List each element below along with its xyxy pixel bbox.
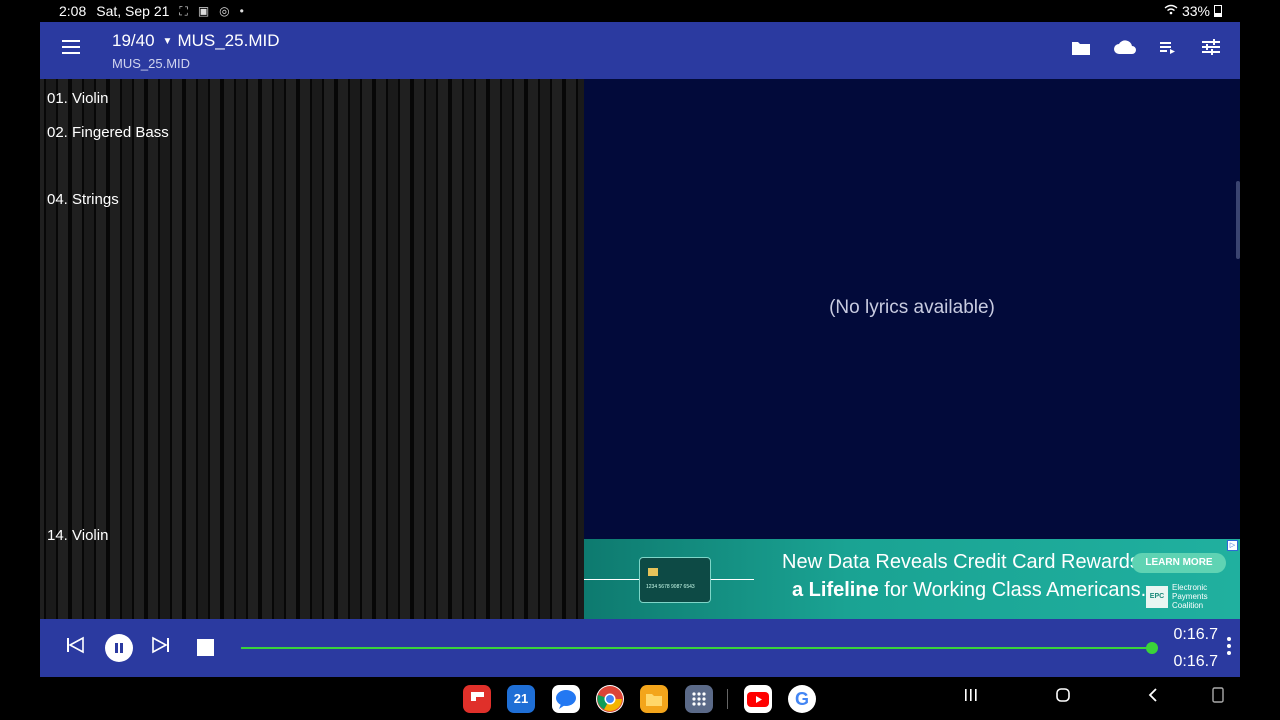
youtube-icon[interactable] [744, 685, 772, 713]
home-icon[interactable] [1055, 687, 1071, 708]
track-label: 02. Fingered Bass [47, 124, 169, 141]
wifi-icon [1164, 4, 1178, 18]
pulse-line-right [709, 579, 754, 580]
card-chip-icon [648, 568, 658, 576]
back-icon[interactable] [1146, 687, 1160, 708]
recent-apps-icon[interactable] [963, 687, 979, 708]
calendar-day: 21 [513, 691, 529, 706]
status-date: Sat, Sep 21 [96, 3, 170, 19]
pause-bar [115, 643, 118, 653]
flipboard-icon[interactable] [463, 685, 491, 713]
navigation-bar: 21 G [0, 677, 1280, 720]
equalizer-settings-icon[interactable] [1201, 38, 1225, 62]
stop-icon[interactable] [197, 639, 214, 661]
battery-percent: 33% [1181, 3, 1210, 19]
track-label: 14. Violin [47, 527, 109, 544]
next-icon[interactable] [152, 636, 170, 659]
song-subtitle: MUS_25.MID [112, 56, 191, 71]
files-icon[interactable] [640, 685, 668, 713]
player-bar: 0:16.7 0:16.7 [40, 619, 1240, 677]
song-filename: MUS_25.MID [177, 31, 280, 50]
google-glyph: G [794, 689, 809, 709]
ad-headline-rest: for Working Class Americans. [878, 579, 1147, 601]
track-label: 01. Violin [47, 90, 109, 107]
scan-icon: ▣ [197, 4, 210, 18]
track-label: 04. Strings [47, 191, 119, 208]
ad-headline-line2: a Lifeline for Working Class Americans. [792, 579, 1146, 602]
battery-icon [1214, 5, 1222, 17]
ad-brand: Electronic Payments Coalition [1172, 583, 1208, 610]
menu-icon[interactable] [62, 40, 80, 54]
song-position: 19/40 [112, 31, 155, 50]
google-icon[interactable]: G [788, 685, 816, 713]
ad-banner[interactable]: 1234 5678 9087 6543 New Data Reveals Cre… [584, 539, 1240, 619]
ad-headline-bold: a Lifeline [792, 579, 879, 601]
elapsed-time: 0:16.7 [1173, 626, 1218, 643]
messages-icon[interactable] [552, 685, 580, 713]
screenshot-icon: ⛶ [179, 3, 188, 18]
folder-icon[interactable] [1071, 38, 1095, 62]
dropdown-caret-icon: ▼ [162, 35, 173, 47]
calendar-icon[interactable]: 21 [507, 685, 535, 713]
pulse-line-left [584, 579, 639, 580]
seek-thumb[interactable] [1146, 642, 1158, 654]
app-drawer-icon[interactable] [685, 685, 713, 713]
status-time: 2:08 [59, 3, 87, 19]
cloud-icon[interactable] [1113, 38, 1137, 62]
card-number: 1234 5678 9087 6543 [646, 584, 695, 590]
lyrics-pane: (No lyrics available) [584, 79, 1240, 539]
pause-bar [120, 643, 123, 653]
previous-icon[interactable] [66, 636, 84, 659]
seek-bar[interactable] [241, 642, 1158, 654]
dock-divider [727, 689, 728, 709]
track-pane[interactable]: 01. Violin 02. Fingered Bass 04. Strings… [40, 79, 584, 619]
epc-logo: EPC [1146, 586, 1168, 608]
song-selector[interactable]: 19/40 ▼ MUS_25.MID [112, 31, 279, 51]
ad-choices-icon[interactable]: ▷ [1227, 540, 1238, 551]
status-bar: 2:08 Sat, Sep 21 ⛶ ▣ ◎ • 33% [0, 0, 1280, 22]
dot-icon: • [239, 4, 244, 18]
more-options-icon[interactable] [1227, 637, 1232, 658]
learn-more-button[interactable]: LEARN MORE [1132, 553, 1226, 573]
app-bar: 19/40 ▼ MUS_25.MID MUS_25.MID [40, 22, 1240, 79]
instagram-icon: ◎ [219, 4, 230, 18]
total-time: 0:16.7 [1173, 653, 1218, 670]
keyboard-toggle-icon[interactable] [1211, 687, 1225, 708]
no-lyrics-message: (No lyrics available) [829, 297, 995, 318]
scrollbar[interactable] [1236, 181, 1240, 259]
credit-card-image: 1234 5678 9087 6543 [639, 557, 711, 603]
ad-headline-line1: New Data Reveals Credit Card Rewards Are [782, 551, 1176, 573]
pause-button[interactable] [105, 634, 133, 662]
playlist-icon[interactable] [1159, 38, 1183, 62]
chrome-icon[interactable] [596, 685, 624, 713]
